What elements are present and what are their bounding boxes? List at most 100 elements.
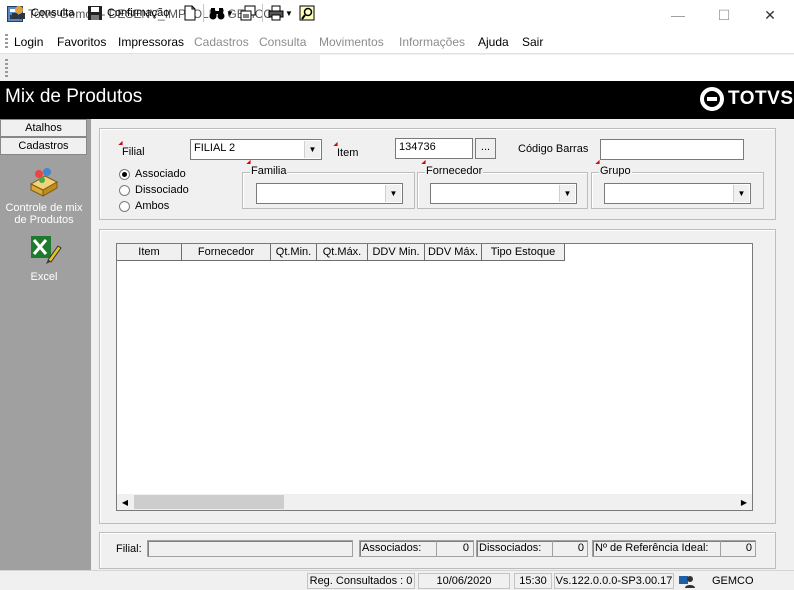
search-button[interactable]: ▼ <box>209 4 234 22</box>
dissociados-value: 0 <box>552 540 587 557</box>
referencia-label: Nº de Referência Ideal: <box>595 542 709 554</box>
print-button[interactable]: ▼ <box>268 4 293 22</box>
page-title: Mix de Produtos <box>5 86 143 107</box>
status-environment: GEMCO <box>712 575 754 587</box>
radio-indicator <box>119 184 130 196</box>
radio-label: Ambos <box>135 200 170 212</box>
column-header[interactable]: Item <box>117 244 182 261</box>
footer-filial-label: Filial: <box>116 543 142 555</box>
radio-indicator <box>119 168 130 180</box>
chevron-down-icon: ▼ <box>559 185 575 202</box>
chevron-down-icon: ▼ <box>226 8 234 18</box>
menu-favoritos[interactable]: Favoritos <box>57 35 106 49</box>
scrollbar-thumb[interactable] <box>134 495 284 509</box>
sidebar-tab-cadastros[interactable]: Cadastros <box>0 137 87 155</box>
excel-icon <box>28 234 62 269</box>
filial-label: Filial <box>122 146 145 158</box>
sidebar-item-label: Controle de mix <box>5 202 83 214</box>
radio-indicator <box>119 200 130 212</box>
column-header[interactable]: Fornecedor <box>182 244 271 261</box>
document-icon <box>182 5 198 21</box>
menu-cadastros[interactable]: Cadastros <box>194 35 249 49</box>
column-header[interactable]: Tipo Estoque <box>482 244 565 261</box>
minimize-button[interactable]: — <box>655 0 701 30</box>
horizontal-scrollbar[interactable]: ◀ ▶ <box>117 494 752 510</box>
status-time: 15:30 <box>514 573 552 589</box>
footer-filial-value <box>147 540 353 557</box>
familia-select[interactable]: ▼ <box>256 183 403 204</box>
associados-label: Associados: <box>362 542 422 554</box>
familia-label: Familia <box>250 165 288 177</box>
filial-value: FILIAL 2 <box>194 142 236 154</box>
totvs-logo-icon <box>700 87 724 111</box>
item-lookup-button[interactable]: ... <box>475 138 496 159</box>
fornecedor-select[interactable]: ▼ <box>430 183 577 204</box>
export-icon <box>240 5 256 21</box>
confirmacao-button[interactable]: Confirmação <box>87 4 169 22</box>
printer-icon <box>268 5 284 21</box>
help-button[interactable] <box>299 4 315 22</box>
help-search-icon <box>299 5 315 21</box>
toolbar-grip <box>5 59 8 77</box>
menu-informacoes[interactable]: Informações <box>399 35 465 49</box>
people-box-icon <box>27 166 61 201</box>
product-grid[interactable]: Item Fornecedor Qt.Min. Qt.Máx. DDV Min.… <box>116 243 753 511</box>
fornecedor-label: Fornecedor <box>425 165 484 177</box>
menu-sair[interactable]: Sair <box>522 35 543 49</box>
associados-value: 0 <box>436 540 472 557</box>
referencia-value: 0 <box>720 540 755 557</box>
toolbar-separator <box>262 4 263 22</box>
sidebar-item-excel[interactable]: Excel <box>0 234 88 286</box>
dissociados-label: Dissociados: <box>479 542 542 554</box>
toolbar <box>0 55 320 81</box>
item-label: Item <box>337 147 359 159</box>
status-date: 10/06/2020 <box>418 573 510 589</box>
user-network-icon <box>678 573 696 589</box>
toolbar-separator <box>203 4 204 22</box>
codigo-barras-input[interactable] <box>600 139 744 160</box>
item-input[interactable]: 134736 <box>395 138 473 159</box>
export-button[interactable] <box>240 4 256 22</box>
binoculars-user-icon <box>11 5 27 21</box>
scroll-right-icon[interactable]: ▶ <box>736 494 752 510</box>
status-reg-consultados: Reg. Consultados : 0 <box>307 573 415 589</box>
sidebar-item-label: de Produtos <box>14 214 74 226</box>
consulta-label: Consulta <box>31 7 75 19</box>
column-header[interactable]: DDV Min. <box>368 244 425 261</box>
sidebar-item-label: Excel <box>30 271 58 283</box>
menu-grip <box>5 34 8 50</box>
chevron-down-icon: ▼ <box>304 141 320 158</box>
radio-dissociado[interactable]: Dissociado <box>119 184 189 196</box>
sidebar-item-controle-mix[interactable]: Controle de mix de Produtos <box>0 166 88 228</box>
grupo-select[interactable]: ▼ <box>604 183 751 204</box>
maximize-button[interactable]: ☐ <box>701 0 747 30</box>
chevron-down-icon: ▼ <box>385 185 401 202</box>
sidebar-tab-atalhos[interactable]: Atalhos <box>0 119 87 137</box>
status-version: Vs.122.0.0.0-SP3.00.17 <box>554 573 674 589</box>
totvs-logo: TOTVS <box>700 86 794 112</box>
menu-impressoras[interactable]: Impressoras <box>118 35 184 49</box>
menu-ajuda[interactable]: Ajuda <box>478 35 509 49</box>
column-header[interactable]: Qt.Min. <box>271 244 317 261</box>
binoculars-icon <box>209 5 225 21</box>
menu-consulta[interactable]: Consulta <box>259 35 306 49</box>
totvs-logo-text: TOTVS <box>728 88 794 109</box>
close-button[interactable]: ✕ <box>747 0 793 30</box>
save-icon <box>87 5 103 21</box>
menu-login[interactable]: Login <box>14 35 43 49</box>
column-header[interactable]: Qt.Máx. <box>317 244 368 261</box>
radio-label: Dissociado <box>135 184 189 196</box>
codigo-barras-label: Código Barras <box>518 143 589 155</box>
radio-label: Associado <box>135 168 186 180</box>
chevron-down-icon: ▼ <box>733 185 749 202</box>
radio-associado[interactable]: Associado <box>119 168 186 180</box>
new-document-button[interactable] <box>182 4 198 22</box>
menu-movimentos[interactable]: Movimentos <box>319 35 384 49</box>
confirmacao-label: Confirmação <box>107 7 170 19</box>
column-header[interactable]: DDV Máx. <box>425 244 482 261</box>
chevron-down-icon: ▼ <box>285 8 293 18</box>
radio-ambos[interactable]: Ambos <box>119 200 169 212</box>
consulta-button[interactable]: Consulta <box>11 4 74 22</box>
scroll-left-icon[interactable]: ◀ <box>117 494 133 510</box>
filial-select[interactable]: FILIAL 2 ▼ <box>190 139 322 160</box>
